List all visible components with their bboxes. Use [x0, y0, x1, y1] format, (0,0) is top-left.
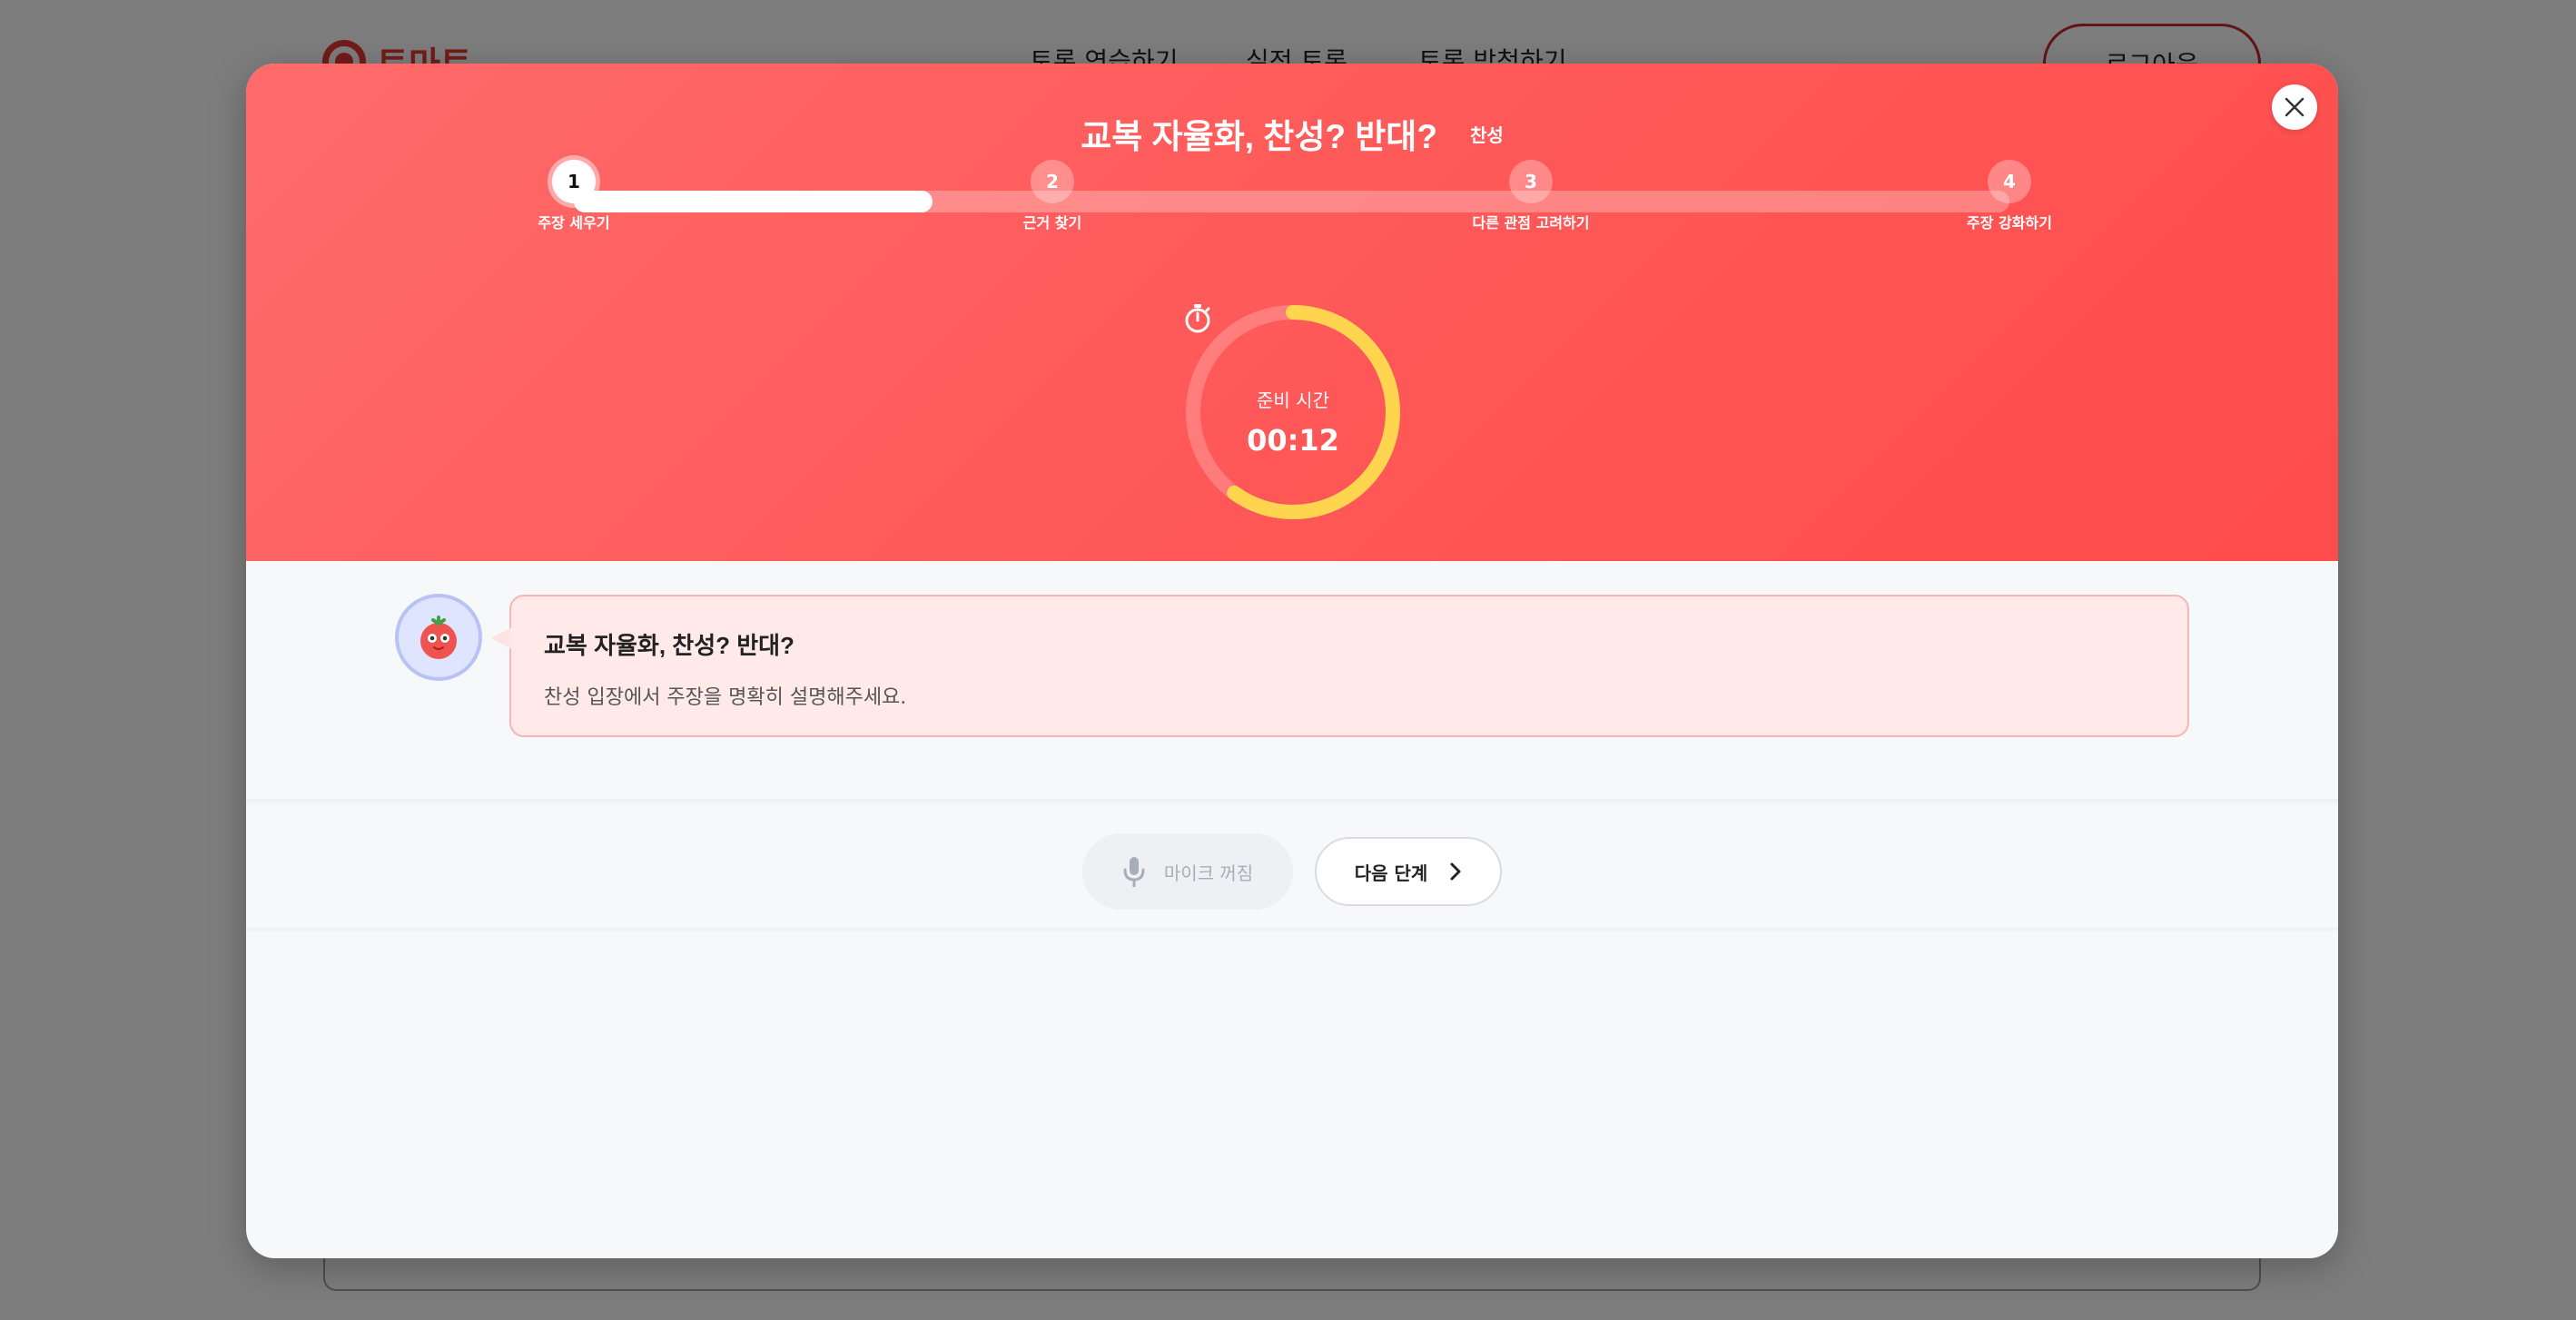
- timer-label: 준비 시간: [1257, 389, 1329, 411]
- message-text: 찬성 입장에서 주장을 명확히 설명해주세요.: [544, 686, 907, 709]
- step-1: 1 주장 세우기: [438, 160, 710, 232]
- step-4-label: 주장 강화하기: [1967, 214, 2052, 231]
- mic-status-label: 마이크 꺼짐: [1163, 862, 1254, 884]
- microphone-icon: [1123, 857, 1145, 887]
- step-3-number: 3: [1509, 160, 1553, 203]
- prep-timer: 준비 시간 00:12: [1184, 303, 1402, 521]
- step-1-number: 1: [552, 160, 596, 203]
- message-title: 교복 자율화, 찬성? 반대?: [544, 632, 795, 659]
- controls-bottom-divider: [246, 928, 2338, 933]
- step-4-number: 4: [1988, 160, 2031, 203]
- chevron-right-icon: [1450, 862, 1461, 881]
- debate-practice-modal: 교복 자율화, 찬성? 반대? 찬성 1 주장 세우기 2 근거 찾기 3 다른…: [246, 64, 2338, 1258]
- section-divider: [246, 799, 2338, 806]
- next-step-button[interactable]: 다음 단계: [1315, 837, 1502, 906]
- step-2-number: 2: [1031, 160, 1074, 203]
- step-3: 3 다른 관점 고려하기: [1395, 160, 1667, 232]
- step-2: 2 근거 찾기: [916, 160, 1189, 232]
- progress-track: [574, 191, 2009, 212]
- next-step-label: 다음 단계: [1354, 862, 1428, 884]
- step-progress: 1 주장 세우기 2 근거 찾기 3 다른 관점 고려하기 4 주장 강화하기: [246, 64, 2338, 245]
- timer-value: 00:12: [1247, 422, 1339, 458]
- timer-content: 준비 시간 00:12: [1184, 303, 1402, 521]
- step-3-label: 다른 관점 고려하기: [1472, 214, 1590, 231]
- step-4: 4 주장 강화하기: [1873, 160, 2146, 232]
- mic-toggle-button[interactable]: 마이크 꺼짐: [1082, 833, 1293, 910]
- step-2-label: 근거 찾기: [1022, 214, 1082, 231]
- tomato-avatar: [395, 594, 482, 681]
- tomato-icon: [420, 616, 457, 659]
- guide-message: 교복 자율화, 찬성? 반대? 찬성 입장에서 주장을 명확히 설명해주세요.: [491, 595, 2189, 737]
- modal-header: 교복 자율화, 찬성? 반대? 찬성 1 주장 세우기 2 근거 찾기 3 다른…: [246, 64, 2338, 561]
- step-1-label: 주장 세우기: [538, 214, 610, 231]
- controls-bar: 마이크 꺼짐 다음 단계: [246, 808, 2338, 935]
